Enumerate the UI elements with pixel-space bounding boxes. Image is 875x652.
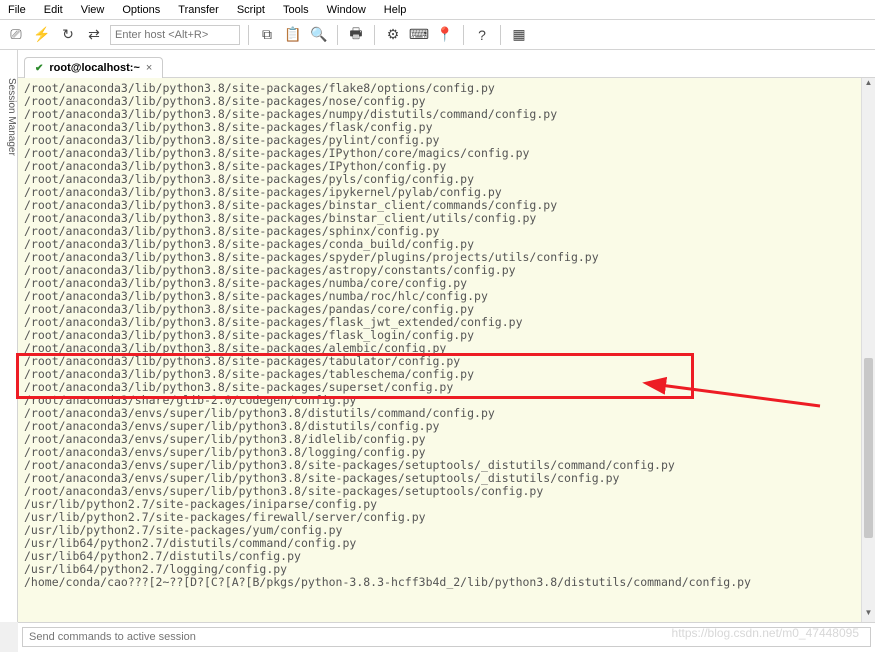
reconnect-icon[interactable]: ↻ xyxy=(58,25,78,45)
scroll-thumb[interactable] xyxy=(864,358,873,538)
main-area: Session Manager ✔ root@localhost:~ × /ro… xyxy=(0,50,875,622)
settings-icon[interactable]: ⚙ xyxy=(383,25,403,45)
toolbar-separator xyxy=(248,25,249,45)
toolbar-separator xyxy=(500,25,501,45)
menu-transfer[interactable]: Transfer xyxy=(178,4,219,16)
menu-options[interactable]: Options xyxy=(122,4,160,16)
toolbar-separator xyxy=(463,25,464,45)
menu-edit[interactable]: Edit xyxy=(44,4,63,16)
host-input[interactable] xyxy=(110,25,240,45)
paste-icon[interactable]: 📋 xyxy=(283,25,303,45)
quick-connect-icon[interactable]: ⚡ xyxy=(32,25,52,45)
menu-help[interactable]: Help xyxy=(384,4,407,16)
menu-tools[interactable]: Tools xyxy=(283,4,309,16)
vertical-scrollbar[interactable]: ▲ ▼ xyxy=(861,78,875,622)
command-input[interactable] xyxy=(22,627,871,647)
command-bar-wrap xyxy=(18,622,875,652)
scroll-down-icon[interactable]: ▼ xyxy=(862,608,875,622)
grid-icon[interactable]: ▦ xyxy=(509,25,529,45)
tab-session[interactable]: ✔ root@localhost:~ × xyxy=(24,57,163,78)
tab-close-icon[interactable]: × xyxy=(146,62,152,74)
print-icon[interactable]: 🖶 xyxy=(346,25,366,45)
menu-view[interactable]: View xyxy=(81,4,105,16)
terminal-output[interactable]: /root/anaconda3/lib/python3.8/site-packa… xyxy=(18,78,875,622)
status-dot-icon: ✔ xyxy=(35,63,43,74)
menubar: File Edit View Options Transfer Script T… xyxy=(0,0,875,20)
toolbar-separator xyxy=(337,25,338,45)
tab-title: root@localhost:~ xyxy=(49,62,139,74)
connect-icon[interactable]: ⎚ xyxy=(6,25,26,45)
keyboard-icon[interactable]: ⌨ xyxy=(409,25,429,45)
menu-file[interactable]: File xyxy=(8,4,26,16)
scroll-up-icon[interactable]: ▲ xyxy=(862,78,875,92)
session-manager-sidebar[interactable]: Session Manager xyxy=(0,50,18,622)
pin-icon[interactable]: 📍 xyxy=(435,25,455,45)
tabbar: ✔ root@localhost:~ × xyxy=(18,50,875,78)
toolbar: ⎚ ⚡ ↻ ⇄ ⧉ 📋 🔍 🖶 ⚙ ⌨ 📍 ? ▦ xyxy=(0,20,875,50)
menu-script[interactable]: Script xyxy=(237,4,265,16)
find-icon[interactable]: 🔍 xyxy=(309,25,329,45)
copy-icon[interactable]: ⧉ xyxy=(257,25,277,45)
terminal-wrap: ✔ root@localhost:~ × /root/anaconda3/lib… xyxy=(18,50,875,622)
disconnect-icon[interactable]: ⇄ xyxy=(84,25,104,45)
terminal-line: /home/conda/cao???[2~??[D?[C?[A?[B/pkgs/… xyxy=(24,576,869,589)
menu-window[interactable]: Window xyxy=(327,4,366,16)
help-icon[interactable]: ? xyxy=(472,25,492,45)
toolbar-separator xyxy=(374,25,375,45)
